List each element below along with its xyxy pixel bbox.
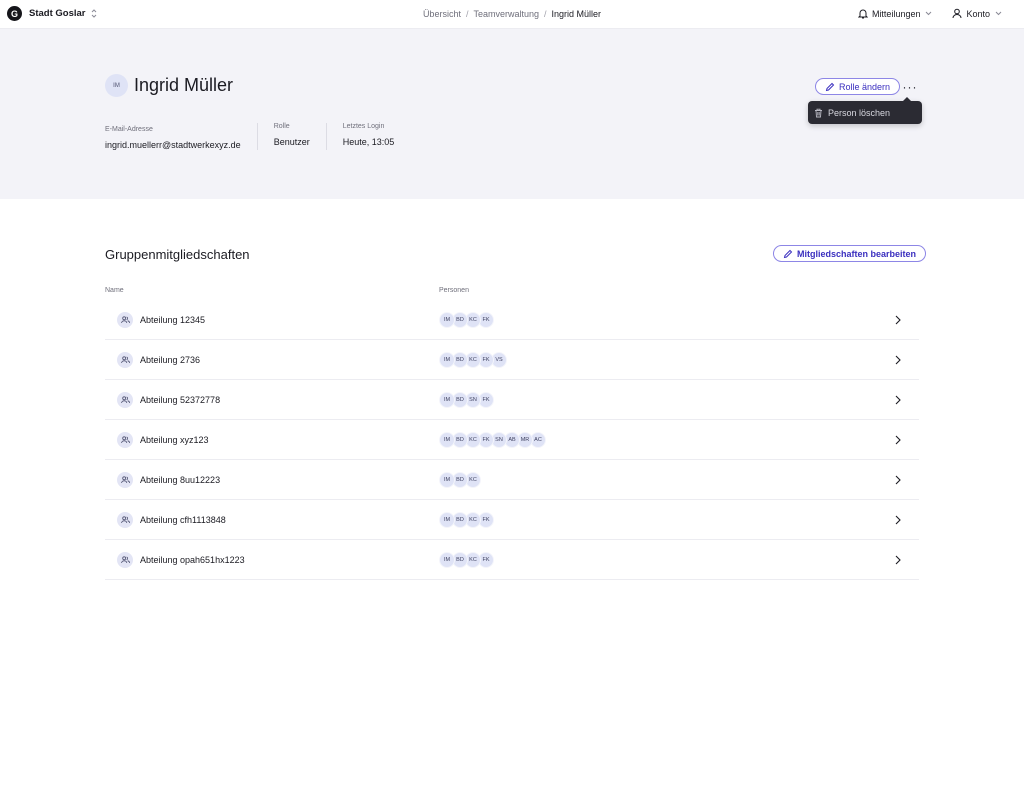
chevron-right-icon <box>893 514 903 526</box>
more-options-menu: Person löschen <box>808 97 922 124</box>
role-label: Rolle <box>273 123 290 130</box>
email-value: ingrid.muellerr@stadtwerkexyz.de <box>105 140 241 150</box>
edit-memberships-button[interactable]: Mitgliedschaften bearbeiten <box>773 245 927 262</box>
member-avatars: IM BD KC <box>439 472 481 488</box>
last-login-label: Letztes Login <box>342 123 385 130</box>
group-name: Abteilung 8uu12223 <box>140 475 221 485</box>
table-row[interactable]: Abteilung cfh1113848 IM BD KC FK <box>105 500 919 540</box>
trash-icon <box>815 108 822 117</box>
member-avatars: IM BD KC FK SN AB MR AC <box>439 432 546 448</box>
group-name: Abteilung opah651hx1223 <box>140 555 245 565</box>
delete-person-label: Person löschen <box>828 107 891 118</box>
member-avatar: IM <box>439 552 455 568</box>
chevron-right-icon <box>893 314 903 326</box>
member-avatar: IM <box>439 312 455 328</box>
group-name: Abteilung cfh1113848 <box>140 515 226 525</box>
table-row[interactable]: Abteilung 2736 IM BD KC FK VS <box>105 340 919 380</box>
group-name: Abteilung 2736 <box>140 355 201 365</box>
account-label: Konto <box>966 8 990 19</box>
member-avatars: IM BD KC FK <box>439 312 494 328</box>
member-avatars: IM BD SN FK <box>439 392 494 408</box>
users-icon <box>117 472 133 488</box>
notifications-label: Mitteilungen <box>871 8 921 19</box>
column-header-people: Personen <box>439 287 469 294</box>
group-name: Abteilung xyz123 <box>140 435 209 445</box>
table-row[interactable]: Abteilung opah651hx1223 IM BD KC FK <box>105 540 919 580</box>
org-logo: G <box>7 6 22 21</box>
last-login-detail: Letztes Login Heute, 13:05 <box>325 123 411 150</box>
member-avatar: IM <box>439 432 455 448</box>
users-icon <box>117 512 133 528</box>
users-icon <box>117 552 133 568</box>
group-name: Abteilung 52372778 <box>140 395 221 405</box>
profile-header: IM Ingrid Müller E-Mail-Adresse ingrid.m… <box>0 29 1024 199</box>
table-row[interactable]: Abteilung 8uu12223 IM BD KC <box>105 460 919 500</box>
role-detail: Rolle Benutzer <box>256 123 326 150</box>
chevron-right-icon <box>893 474 903 486</box>
breadcrumb-current: Ingrid Müller <box>551 9 602 19</box>
last-login-value: Heute, 13:05 <box>342 137 395 147</box>
member-avatars: IM BD KC FK <box>439 552 494 568</box>
pencil-icon <box>783 249 793 258</box>
users-icon <box>117 392 133 408</box>
member-avatars: IM BD KC FK VS <box>439 352 507 368</box>
breadcrumb-separator: / <box>465 9 469 19</box>
table-row[interactable]: Abteilung 52372778 IM BD SN FK <box>105 380 919 420</box>
change-role-label: Rolle ändern <box>839 81 891 92</box>
users-icon <box>117 312 133 328</box>
chevron-right-icon <box>893 434 903 446</box>
delete-person-menu-item[interactable]: Person löschen <box>814 105 916 120</box>
member-avatar: IM <box>439 352 455 368</box>
email-label: E-Mail-Adresse <box>105 126 153 133</box>
group-list: Abteilung 12345 IM BD KC FK Abteilung 2736 IM B… <box>105 300 919 580</box>
avatar: IM <box>105 74 128 97</box>
email-detail: E-Mail-Adresse ingrid.muellerr@stadtwerk… <box>105 123 257 150</box>
change-role-button[interactable]: Rolle ändern <box>815 78 901 95</box>
chevron-right-icon <box>893 554 903 566</box>
breadcrumb-overview[interactable]: Übersicht <box>423 9 461 19</box>
org-switcher[interactable]: G Stadt Goslar <box>7 6 97 21</box>
bell-icon <box>857 9 868 19</box>
person-details: E-Mail-Adresse ingrid.muellerr@stadtwerk… <box>105 123 410 150</box>
top-right-actions: Mitteilungen Konto <box>857 8 1006 19</box>
more-options-button[interactable]: ··· <box>900 79 920 95</box>
table-row[interactable]: Abteilung xyz123 IM BD KC FK SN AB MR AC <box>105 420 919 460</box>
group-name: Abteilung 12345 <box>140 315 206 325</box>
member-avatars: IM BD KC FK <box>439 512 494 528</box>
chevron-down-icon <box>926 11 932 16</box>
chevron-right-icon <box>893 394 903 406</box>
user-icon <box>952 8 962 19</box>
chevrons-updown-icon <box>91 9 97 18</box>
section-title: Gruppenmitgliedschaften <box>105 247 250 262</box>
page-title: Ingrid Müller <box>134 75 234 95</box>
breadcrumb-team-management[interactable]: Teamverwaltung <box>473 9 539 19</box>
pencil-icon <box>825 82 835 91</box>
column-header-name: Name <box>105 287 124 294</box>
users-icon <box>117 432 133 448</box>
member-avatar: IM <box>439 472 455 488</box>
account-menu[interactable]: Konto <box>952 8 1006 19</box>
member-avatar: IM <box>439 392 455 408</box>
org-name: Stadt Goslar <box>29 8 86 19</box>
top-bar: G Stadt Goslar Übersicht / Teamverwaltung /… <box>0 0 1024 29</box>
edit-memberships-label: Mitgliedschaften bearbeiten <box>797 248 917 259</box>
role-value: Benutzer <box>273 137 310 147</box>
users-icon <box>117 352 133 368</box>
member-avatar: IM <box>439 512 455 528</box>
notifications-menu[interactable]: Mitteilungen <box>857 8 937 19</box>
breadcrumb-separator: / <box>544 9 547 19</box>
chevron-down-icon <box>995 11 1002 16</box>
table-row[interactable]: Abteilung 12345 IM BD KC FK <box>105 300 919 340</box>
chevron-right-icon <box>893 354 903 366</box>
